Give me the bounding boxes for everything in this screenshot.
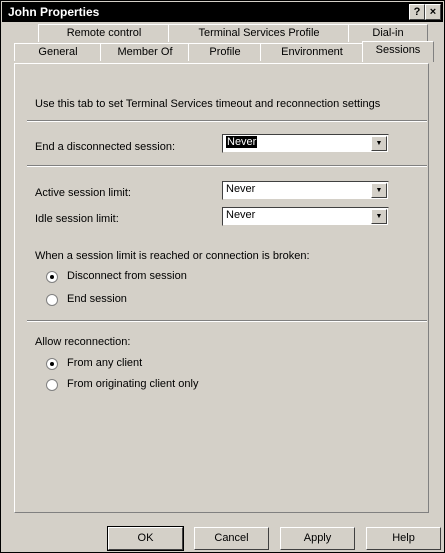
tab-dial-in[interactable]: Dial-in xyxy=(348,24,428,42)
title-bar[interactable]: John Properties ? × xyxy=(2,2,443,22)
tab-remote-control[interactable]: Remote control xyxy=(38,24,170,42)
tab-terminal-services-profile[interactable]: Terminal Services Profile xyxy=(168,24,350,42)
ok-button[interactable]: OK xyxy=(107,526,184,551)
end-disconnected-value: Never xyxy=(226,136,258,148)
window-title: John Properties xyxy=(8,5,100,19)
originating-client-option-label[interactable]: From originating client only xyxy=(67,378,198,390)
active-limit-select[interactable]: Never ▼ xyxy=(222,181,389,200)
end-disconnected-label: End a disconnected session: xyxy=(35,141,176,153)
idle-limit-select[interactable]: Never ▼ xyxy=(222,207,389,226)
properties-dialog: John Properties ? × Remote control Termi… xyxy=(0,0,445,553)
radio-selected-dot xyxy=(50,362,54,366)
allow-reconnection-label: Allow reconnection: xyxy=(35,336,131,348)
disconnect-option-label[interactable]: Disconnect from session xyxy=(67,270,187,282)
apply-button[interactable]: Apply xyxy=(280,527,355,550)
help-button[interactable]: Help xyxy=(366,527,441,550)
originating-client-radio[interactable] xyxy=(46,379,58,391)
tab-environment[interactable]: Environment xyxy=(260,43,364,61)
tab-member-of[interactable]: Member Of xyxy=(100,43,190,61)
chevron-down-icon[interactable]: ▼ xyxy=(371,209,387,224)
sessions-panel: Use this tab to set Terminal Services ti… xyxy=(14,63,429,513)
limit-reached-label: When a session limit is reached or conne… xyxy=(35,250,310,262)
divider xyxy=(27,165,427,167)
divider xyxy=(27,120,427,122)
cancel-button[interactable]: Cancel xyxy=(194,527,269,550)
help-title-button[interactable]: ? xyxy=(409,4,425,20)
chevron-down-icon[interactable]: ▼ xyxy=(371,183,387,198)
chevron-down-icon[interactable]: ▼ xyxy=(371,136,387,151)
close-button[interactable]: × xyxy=(425,4,441,20)
tab-sessions[interactable]: Sessions xyxy=(362,41,434,62)
tab-profile[interactable]: Profile xyxy=(188,43,262,61)
any-client-option-label[interactable]: From any client xyxy=(67,357,142,369)
radio-selected-dot xyxy=(50,275,54,279)
any-client-radio[interactable] xyxy=(46,358,58,370)
disconnect-radio[interactable] xyxy=(46,271,58,283)
end-disconnected-select[interactable]: Never ▼ xyxy=(222,134,389,153)
end-session-option-label[interactable]: End session xyxy=(67,293,127,305)
divider xyxy=(27,320,427,322)
end-session-radio[interactable] xyxy=(46,294,58,306)
active-limit-label: Active session limit: xyxy=(35,187,131,199)
idle-limit-value: Never xyxy=(226,209,256,221)
idle-limit-label: Idle session limit: xyxy=(35,213,119,225)
description-text: Use this tab to set Terminal Services ti… xyxy=(35,98,381,110)
tab-general[interactable]: General xyxy=(14,43,102,61)
active-limit-value: Never xyxy=(226,183,256,195)
